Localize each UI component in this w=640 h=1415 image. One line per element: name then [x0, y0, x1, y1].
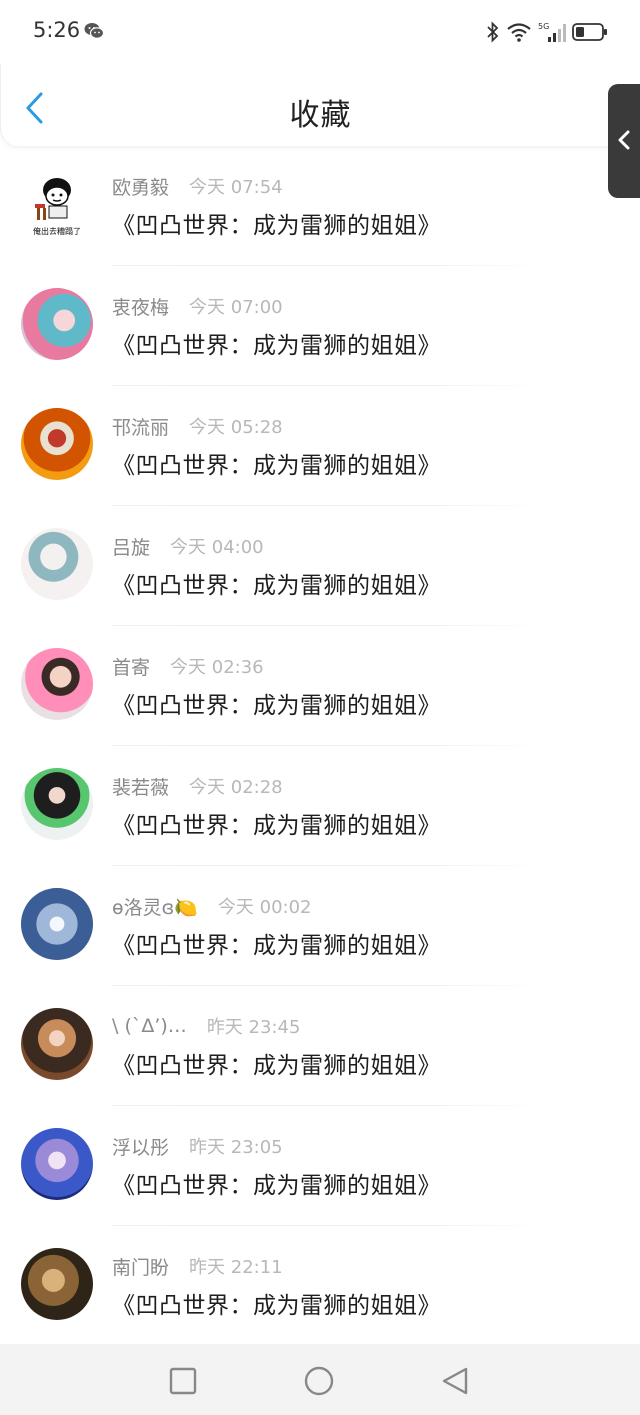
favorite-title[interactable]: 《凹凸世界：成为雷狮的姐姐》: [112, 806, 441, 840]
favorite-title[interactable]: 《凹凸世界：成为雷狮的姐姐》: [112, 1166, 441, 1200]
wechat-icon: [84, 23, 104, 39]
favorite-title[interactable]: 《凹凸世界：成为雷狮的姐姐》: [112, 686, 441, 720]
avatar-caption: 俺出去糟蹋了: [33, 227, 81, 236]
timestamp: 今天 07:54: [189, 177, 283, 198]
timestamp: 今天 02:28: [189, 777, 283, 798]
battery-icon: [572, 23, 607, 41]
avatar[interactable]: [21, 1248, 93, 1320]
avatar[interactable]: 俺出去糟蹋了: [21, 168, 93, 240]
user-name: 邗流丽: [112, 416, 170, 439]
avatar[interactable]: [21, 888, 93, 960]
status-time: 5:26: [33, 18, 81, 42]
status-bar: 5:26 5G: [0, 0, 640, 64]
favorite-title[interactable]: 《凹凸世界：成为雷狮的姐姐》: [112, 446, 441, 480]
timestamp: 今天 04:00: [170, 537, 264, 558]
wifi-icon: [507, 23, 531, 42]
timestamp: 昨天 22:11: [189, 1257, 283, 1278]
avatar[interactable]: [21, 1128, 93, 1200]
timestamp: 昨天 23:45: [206, 1017, 301, 1038]
list-item[interactable]: 邗流丽 今天 05:28 《凹凸世界：成为雷狮的姐姐》: [0, 386, 640, 506]
list-item[interactable]: 裴若薇 今天 02:28 《凹凸世界：成为雷狮的姐姐》: [0, 746, 640, 866]
list-item[interactable]: \ (`Δ’)… 昨天 23:45 《凹凸世界：成为雷狮的姐姐》: [0, 986, 640, 1106]
list-item[interactable]: 衷夜梅 今天 07:00 《凹凸世界：成为雷狮的姐姐》: [0, 266, 640, 386]
user-name: 首寄: [112, 656, 151, 679]
list-item[interactable]: ɵ洛灵ɞ🍋 今天 00:02 《凹凸世界：成为雷狮的姐姐》: [0, 866, 640, 986]
top-nav-header: 收藏: [0, 64, 640, 146]
favorite-title[interactable]: 《凹凸世界：成为雷狮的姐姐》: [112, 566, 441, 600]
avatar[interactable]: [21, 768, 93, 840]
user-name: 衷夜梅: [112, 296, 170, 319]
list-item[interactable]: 浮以彤 昨天 23:05 《凹凸世界：成为雷狮的姐姐》: [0, 1106, 640, 1226]
timestamp: 今天 00:02: [217, 897, 312, 918]
back-triangle-icon[interactable]: [440, 1366, 470, 1396]
home-icon[interactable]: [304, 1366, 334, 1396]
bluetooth-icon: [487, 21, 499, 43]
avatar[interactable]: [21, 528, 93, 600]
favorite-title[interactable]: 《凹凸世界：成为雷狮的姐姐》: [112, 926, 441, 960]
user-name: \ (`Δ’)…: [112, 1015, 187, 1037]
list-item[interactable]: 吕旋 今天 04:00 《凹凸世界：成为雷狮的姐姐》: [0, 506, 640, 626]
user-name: 吕旋: [112, 536, 151, 559]
list-item[interactable]: 俺出去糟蹋了 欧勇毅 今天 07:54 《凹凸世界：成为雷狮的姐姐》: [0, 146, 640, 266]
favorite-title[interactable]: 《凹凸世界：成为雷狮的姐姐》: [112, 1046, 441, 1080]
favorites-list: 俺出去糟蹋了 欧勇毅 今天 07:54 《凹凸世界：成为雷狮的姐姐》 衷夜梅 今…: [0, 146, 640, 1346]
avatar[interactable]: [21, 1008, 93, 1080]
avatar[interactable]: [21, 648, 93, 720]
list-item[interactable]: 南门盼 昨天 22:11 《凹凸世界：成为雷狮的姐姐》: [0, 1226, 640, 1346]
user-name: 南门盼: [112, 1256, 170, 1279]
5g-signal-icon: 5G: [538, 22, 566, 42]
system-nav-bar: [0, 1344, 640, 1415]
timestamp: 今天 07:00: [189, 297, 283, 318]
svg-text:5G: 5G: [538, 22, 549, 31]
user-name: 裴若薇: [112, 776, 170, 799]
user-name: 欧勇毅: [112, 176, 170, 199]
timestamp: 今天 05:28: [189, 417, 283, 438]
favorite-title[interactable]: 《凹凸世界：成为雷狮的姐姐》: [112, 326, 441, 360]
user-name: 浮以彤: [112, 1136, 170, 1159]
user-name: ɵ洛灵ɞ🍋: [112, 896, 198, 919]
avatar[interactable]: [21, 288, 93, 360]
timestamp: 昨天 23:05: [189, 1137, 283, 1158]
favorite-title[interactable]: 《凹凸世界：成为雷狮的姐姐》: [112, 206, 441, 240]
list-item[interactable]: 首寄 今天 02:36 《凹凸世界：成为雷狮的姐姐》: [0, 626, 640, 746]
page-title: 收藏: [289, 98, 352, 133]
recent-apps-icon[interactable]: [168, 1366, 198, 1396]
timestamp: 今天 02:36: [170, 657, 264, 678]
favorite-title[interactable]: 《凹凸世界：成为雷狮的姐姐》: [112, 1286, 441, 1320]
avatar[interactable]: [21, 408, 93, 480]
